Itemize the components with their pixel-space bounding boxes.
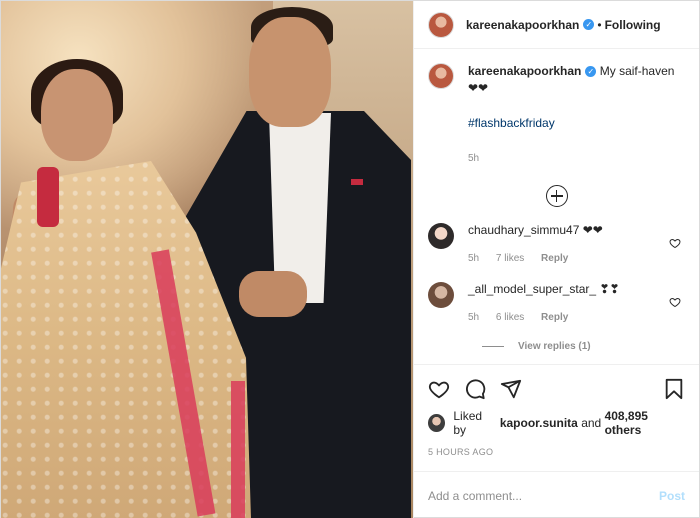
post-caption: kareenakapoorkhan ✓ My saif-haven ❤❤ #fla… <box>428 63 685 167</box>
add-comment-bar: Post <box>414 471 699 518</box>
comment-text: ❤❤ <box>582 223 603 237</box>
load-more-comments <box>428 185 685 207</box>
post-comment-button[interactable]: Post <box>659 489 685 503</box>
post-header: kareenakapoorkhan ✓ • Following <box>414 1 699 49</box>
view-replies-line <box>482 346 504 347</box>
heart-icon[interactable] <box>428 378 450 400</box>
plus-circle-icon[interactable] <box>545 185 568 207</box>
comment-heart-icon[interactable] <box>669 296 681 308</box>
post-timestamp[interactable]: 5 HOURS AGO <box>428 447 685 471</box>
comment-icon[interactable] <box>464 378 486 400</box>
comment-body: chaudhary_simmu47 ❤❤ 5h 7 likes Reply <box>468 223 603 264</box>
comment-item: chaudhary_simmu47 ❤❤ 5h 7 likes Reply <box>428 223 685 264</box>
comments-section[interactable]: kareenakapoorkhan ✓ My saif-haven ❤❤ #fla… <box>414 49 699 364</box>
post-actions: Liked by kapoor.sunita and 408,895 other… <box>414 364 699 471</box>
caption-hashtag[interactable]: #flashbackfriday <box>468 115 685 132</box>
following-button[interactable]: Following <box>605 18 661 32</box>
comment-time: 5h <box>468 253 480 264</box>
likes-count[interactable]: 408,895 others <box>605 409 685 437</box>
comment-likes[interactable]: 6 likes <box>496 312 524 323</box>
bookmark-icon[interactable] <box>663 378 685 400</box>
view-replies-label: View replies (1) <box>518 341 591 352</box>
liker-avatar[interactable] <box>428 414 446 432</box>
caption-time: 5h <box>468 153 480 164</box>
action-icons <box>428 373 685 405</box>
photo-saree-border-lower <box>231 381 245 518</box>
photo-woman-face <box>41 69 113 161</box>
comment-reply-button[interactable]: Reply <box>541 253 568 264</box>
comment-likes[interactable]: 7 likes <box>496 253 524 264</box>
author-username[interactable]: kareenakapoorkhan <box>466 18 579 32</box>
comment-avatar[interactable] <box>428 282 454 308</box>
comment-username[interactable]: _all_model_super_star_ <box>468 282 596 296</box>
verified-badge-icon: ✓ <box>585 66 597 78</box>
caption-username[interactable]: kareenakapoorkhan <box>468 64 581 78</box>
likes-prefix: Liked by <box>453 409 483 437</box>
comment-body: _all_model_super_star_ ❣❣ 5h 6 likes Rep… <box>468 282 620 323</box>
add-comment-input[interactable] <box>428 488 659 503</box>
comment-time: 5h <box>468 312 480 323</box>
likes-conjunction: and <box>581 416 602 430</box>
post-photo[interactable] <box>1 1 413 518</box>
comment-meta: 5h 6 likes Reply <box>468 312 620 323</box>
comment-meta: 5h 7 likes Reply <box>468 253 603 264</box>
comment-username[interactable]: chaudhary_simmu47 <box>468 223 579 237</box>
instagram-post: kareenakapoorkhan ✓ • Following kareenak… <box>0 0 700 518</box>
post-side-panel: kareenakapoorkhan ✓ • Following kareenak… <box>413 1 699 518</box>
share-icon[interactable] <box>500 378 522 400</box>
comment-reply-button[interactable]: Reply <box>541 312 568 323</box>
comment-item: _all_model_super_star_ ❣❣ 5h 6 likes Rep… <box>428 282 685 323</box>
photo-holding-hands <box>239 271 307 317</box>
comment-text: ❣❣ <box>599 282 620 296</box>
likes-summary: Liked by kapoor.sunita and 408,895 other… <box>428 409 685 437</box>
author-avatar[interactable] <box>428 11 454 38</box>
verified-badge-icon: ✓ <box>583 19 595 30</box>
photo-man-face <box>249 17 331 127</box>
comment-avatar[interactable] <box>428 223 454 249</box>
liker-username[interactable]: kapoor.sunita <box>500 416 578 430</box>
caption-body: kareenakapoorkhan ✓ My saif-haven ❤❤ #fla… <box>468 63 685 167</box>
comment-heart-icon[interactable] <box>669 237 681 249</box>
photo-blouse <box>37 167 59 227</box>
view-replies-button[interactable]: View replies (1) <box>482 341 685 352</box>
caption-avatar[interactable] <box>428 63 454 89</box>
photo-pocket-square <box>351 179 363 185</box>
header-separator: • <box>597 17 602 32</box>
